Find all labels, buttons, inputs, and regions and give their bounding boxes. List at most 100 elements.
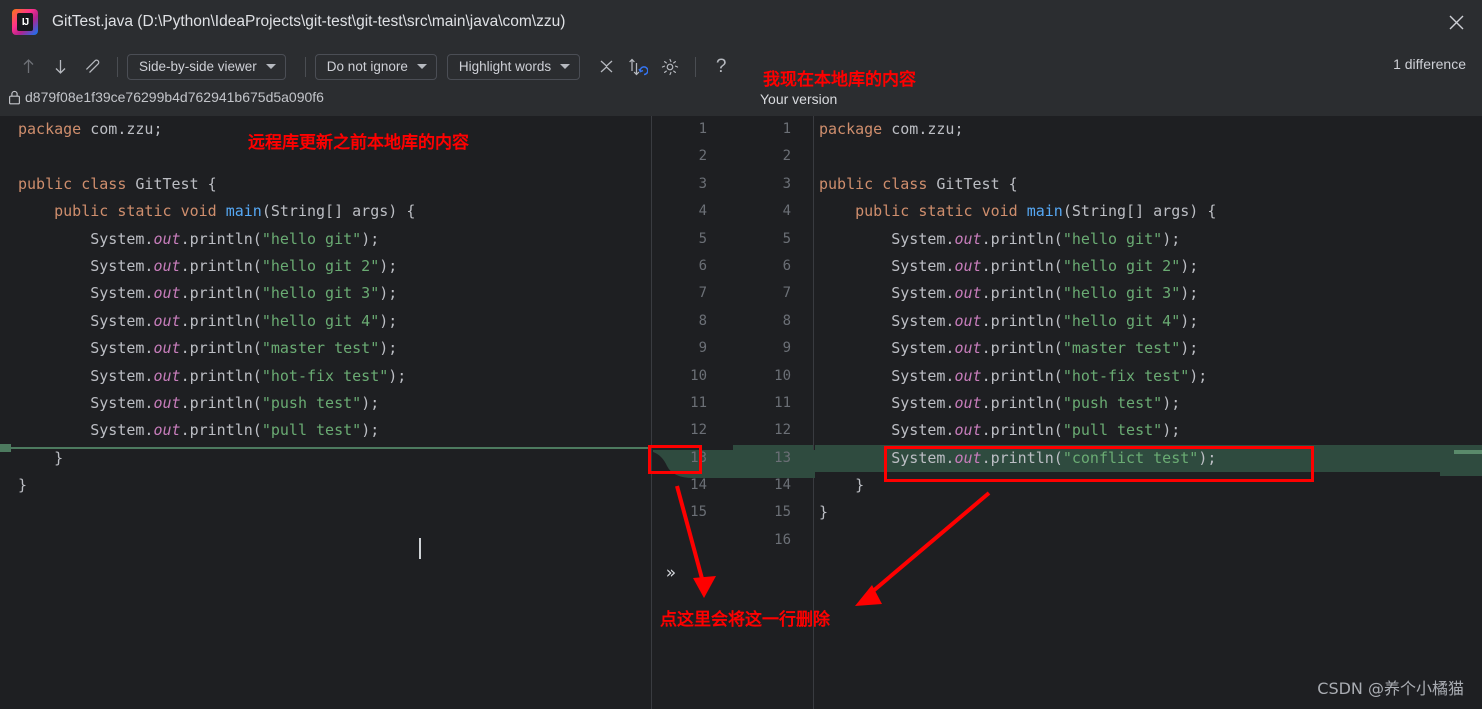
- ignore-mode-label: Do not ignore: [326, 59, 408, 74]
- line-number: 12: [774, 422, 791, 439]
- code-line: System.out.println("hello git");: [0, 226, 651, 253]
- code-line: System.out.println("master test");: [815, 335, 1482, 362]
- chevron-down-icon: [416, 64, 427, 69]
- revision-header: d879f08e1f39ce76299b4d762941b675d5a090f6…: [0, 89, 1482, 116]
- code-line: }: [815, 499, 1482, 526]
- line-number: 14: [774, 477, 791, 494]
- left-code-content: package com.zzu; public class GitTest { …: [0, 116, 651, 499]
- sync-scroll-icon[interactable]: [622, 53, 654, 81]
- gear-icon[interactable]: [654, 53, 686, 81]
- code-line: System.out.println("pull test");: [815, 417, 1482, 444]
- line-number: 9: [698, 340, 707, 357]
- ignore-mode-dropdown[interactable]: Do not ignore: [314, 53, 437, 80]
- diff-toolbar: Side-by-side viewer Do not ignore Highli…: [0, 44, 1482, 89]
- code-line: }: [0, 472, 651, 499]
- code-line: System.out.println("conflict test");: [815, 444, 1482, 473]
- line-number: 13: [690, 449, 707, 466]
- code-line-text: System.out.println("hello git 4");: [18, 311, 398, 330]
- line-number: 4: [698, 203, 707, 220]
- line-number: 12: [690, 422, 707, 439]
- code-line-text: System.out.println("hot-fix test");: [819, 366, 1208, 385]
- left-editor-pane[interactable]: package com.zzu; public class GitTest { …: [0, 116, 651, 709]
- insertion-marker-line: [0, 447, 651, 449]
- code-line-text: }: [18, 476, 28, 495]
- line-number: 3: [698, 175, 707, 192]
- line-number: 4: [782, 203, 791, 220]
- code-line-text: [815, 143, 1482, 170]
- viewer-mode-dropdown[interactable]: Side-by-side viewer: [127, 53, 286, 80]
- line-number: 9: [782, 340, 791, 357]
- code-line-text: System.out.println("hello git 2");: [819, 256, 1199, 275]
- line-number: 11: [774, 394, 791, 411]
- code-line-text: System.out.println("hello git 3");: [18, 284, 398, 303]
- code-line: System.out.println("push test");: [0, 390, 651, 417]
- line-number: 7: [782, 285, 791, 302]
- code-line: System.out.println("master test");: [0, 335, 651, 362]
- intellij-idea-logo-icon: IJ: [12, 9, 38, 35]
- line-number: 14: [690, 477, 707, 494]
- code-line: System.out.println("push test");: [815, 390, 1482, 417]
- line-number: 1: [782, 121, 791, 137]
- code-line-text: System.out.println("hot-fix test");: [18, 366, 407, 385]
- code-line-text: package com.zzu;: [819, 120, 964, 138]
- scrollbar-diff-marker-highlight: [1454, 450, 1482, 454]
- code-line: public static void main(String[] args) {: [815, 198, 1482, 225]
- code-line-text: System.out.println("pull test");: [819, 421, 1181, 440]
- right-code-content: package com.zzu; public class GitTest { …: [815, 116, 1482, 527]
- accept-change-button[interactable]: »: [659, 562, 683, 584]
- insertion-marker-cap: [0, 444, 11, 452]
- code-line-text: public static void main(String[] args) {: [855, 202, 1217, 221]
- title-bar: IJ GitTest.java (D:\Python\IdeaProjects\…: [0, 0, 1482, 44]
- code-line: package com.zzu;: [815, 116, 1482, 143]
- code-line-text: public class GitTest {: [819, 174, 1018, 193]
- code-line: System.out.println("hello git 2");: [0, 253, 651, 280]
- code-line: [815, 143, 1482, 170]
- line-number: 2: [782, 148, 791, 165]
- code-line: System.out.println("hello git 4");: [815, 308, 1482, 335]
- code-line-text: public static void main(String[] args) {: [54, 202, 416, 221]
- highlight-mode-label: Highlight words: [458, 59, 552, 74]
- arrow-down-icon[interactable]: [44, 53, 76, 81]
- line-number: 3: [782, 175, 791, 192]
- code-line-text: System.out.println("hello git 4");: [819, 311, 1199, 330]
- line-number: 6: [782, 257, 791, 274]
- chevron-down-icon: [560, 64, 571, 69]
- your-version-label: Your version: [760, 91, 838, 107]
- diff-added-highlight: [733, 444, 813, 473]
- code-line: System.out.println("pull test");: [0, 417, 651, 444]
- toolbar-divider-2: [304, 56, 306, 77]
- line-number: 13: [733, 444, 813, 473]
- pencil-edit-icon[interactable]: [76, 53, 108, 81]
- code-line-text: System.out.println("hello git");: [18, 229, 380, 248]
- help-question-icon[interactable]: ?: [705, 53, 737, 81]
- code-line: public static void main(String[] args) {: [0, 198, 651, 225]
- close-icon[interactable]: [1430, 0, 1482, 44]
- diff-viewer-window: IJ GitTest.java (D:\Python\IdeaProjects\…: [0, 0, 1482, 709]
- annotation-left-note: 远程库更新之前本地库的内容: [248, 133, 469, 153]
- code-line-text: }: [819, 476, 865, 495]
- right-editor-pane[interactable]: package com.zzu; public class GitTest { …: [815, 116, 1482, 709]
- code-line: System.out.println("hello git 2");: [815, 253, 1482, 280]
- arrow-up-icon[interactable]: [12, 53, 44, 81]
- line-number: 2: [698, 148, 707, 165]
- toolbar-divider-1: [117, 56, 118, 77]
- code-line-text: System.out.println("hello git");: [819, 229, 1181, 248]
- code-line-text: System.out.println("conflict test");: [819, 448, 1217, 467]
- left-revision-info: d879f08e1f39ce76299b4d762941b675d5a090f6: [8, 89, 324, 105]
- difference-count-label: 1 difference: [1393, 56, 1466, 72]
- line-number: 6: [698, 257, 707, 274]
- window-title: GitTest.java (D:\Python\IdeaProjects\git…: [52, 13, 566, 30]
- left-line-numbers: 1 2 3 4 5 6 7 8 9 10 11 12 13 14 15: [653, 116, 733, 527]
- code-line: }: [815, 472, 1482, 499]
- collapse-unchanged-icon[interactable]: [590, 53, 622, 81]
- code-line: public class GitTest {: [815, 171, 1482, 198]
- toolbar-divider-3: [695, 56, 697, 77]
- line-number: 11: [690, 394, 707, 411]
- code-line-text: System.out.println("master test");: [18, 339, 398, 358]
- code-line-text: System.out.println("hello git 3");: [819, 284, 1199, 303]
- viewer-mode-label: Side-by-side viewer: [139, 59, 257, 74]
- highlight-mode-dropdown[interactable]: Highlight words: [446, 53, 581, 80]
- line-number: 15: [774, 504, 791, 521]
- code-line: System.out.println("hot-fix test");: [815, 363, 1482, 390]
- revision-hash: d879f08e1f39ce76299b4d762941b675d5a090f6: [25, 89, 324, 105]
